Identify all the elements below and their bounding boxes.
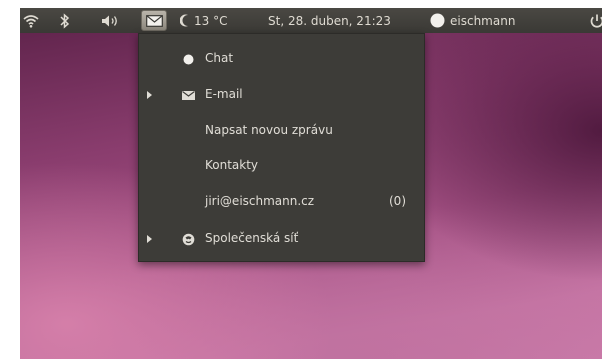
volume-icon[interactable]	[100, 8, 122, 33]
user-status-icon	[430, 13, 445, 28]
envelope-icon	[145, 14, 163, 27]
user-indicator[interactable]: eischmann	[430, 8, 515, 33]
menu-item-email-label: E-mail	[205, 87, 243, 101]
username-label: eischmann	[450, 13, 516, 28]
menu-item-email[interactable]: E-mail	[139, 83, 424, 107]
temperature-label: 13 °C	[194, 13, 228, 28]
moon-icon	[180, 14, 190, 27]
menu-item-social[interactable]: Společenská síť	[139, 227, 424, 251]
menu-item-compose-label: Napsat novou zprávu	[205, 123, 333, 137]
messaging-menu-button[interactable]	[141, 10, 167, 31]
top-panel: 13 °C St, 28. duben, 21:23 eischmann	[20, 8, 602, 33]
menu-item-compose[interactable]: Napsat novou zprávu	[139, 119, 424, 143]
messaging-menu: Chat E-mail Napsat novou zprávu Kontakty…	[138, 33, 425, 262]
menu-item-contacts-label: Kontakty	[205, 158, 259, 172]
menu-item-account-label: jiri@eischmann.cz	[205, 194, 315, 208]
desktop-wallpaper: 13 °C St, 28. duben, 21:23 eischmann Cha…	[20, 8, 602, 359]
wifi-icon[interactable]	[22, 8, 40, 33]
datetime-label: St, 28. duben, 21:23	[268, 13, 391, 28]
email-icon	[181, 88, 195, 102]
weather-indicator[interactable]: 13 °C	[180, 8, 227, 33]
submenu-arrow-icon	[147, 91, 152, 99]
unread-count: (0)	[389, 194, 406, 208]
submenu-arrow-icon	[147, 235, 152, 243]
chat-status-icon	[181, 52, 195, 66]
menu-item-social-label: Společenská síť	[205, 231, 299, 245]
menu-item-chat[interactable]: Chat	[139, 47, 424, 71]
menu-item-contacts[interactable]: Kontakty	[139, 154, 424, 178]
menu-item-account[interactable]: jiri@eischmann.cz (0)	[139, 190, 424, 214]
menu-item-chat-label: Chat	[205, 51, 234, 65]
clock-indicator[interactable]: St, 28. duben, 21:23	[268, 8, 391, 33]
bluetooth-icon[interactable]	[59, 8, 71, 33]
power-icon[interactable]	[589, 8, 602, 33]
social-network-icon	[181, 232, 195, 246]
